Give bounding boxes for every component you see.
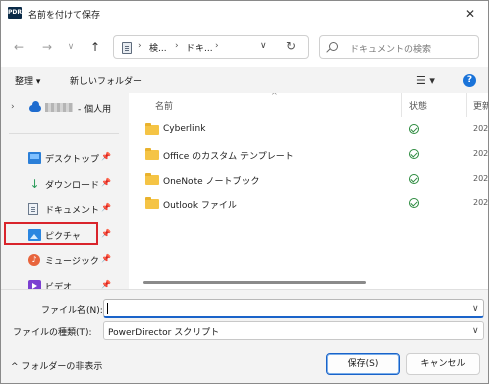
dialog-title: 名前を付けて保存 xyxy=(28,11,101,21)
address-folder-icon xyxy=(122,42,132,54)
sidebar-item-desktop[interactable]: デスクトップ 📌 xyxy=(1,147,115,169)
column-header-name[interactable]: 名前 xyxy=(155,99,173,112)
filetype-value: PowerDirector スクリプト xyxy=(108,328,220,338)
file-date: 202 xyxy=(473,124,488,133)
file-date: 202 xyxy=(473,149,488,158)
address-history-dropdown-icon[interactable]: ∨ xyxy=(260,41,267,51)
sidebar-item-label: ドキュメント xyxy=(45,206,100,216)
cancel-button[interactable]: キャンセル xyxy=(406,353,480,375)
breadcrumb-item[interactable]: 検... xyxy=(149,41,167,54)
filename-history-dropdown-icon[interactable]: ∨ xyxy=(472,304,479,314)
pin-icon: 📌 xyxy=(101,280,111,289)
filetype-dropdown-icon[interactable]: ∨ xyxy=(472,326,479,336)
music-icon: ♪ xyxy=(28,254,40,266)
download-icon: ↓ xyxy=(29,177,40,191)
sidebar-item-videos[interactable]: ビデオ 📌 xyxy=(1,275,115,289)
app-icon: PDR xyxy=(8,7,22,19)
form-divider xyxy=(1,289,488,290)
file-name: Office のカスタム テンプレート xyxy=(163,152,294,162)
hide-folders-toggle[interactable]: ^ フォルダーの非表示 xyxy=(11,359,102,372)
sidebar-item-music[interactable]: ♪ ミュージック 📌 xyxy=(1,249,115,271)
sidebar-item-label: デスクトップ xyxy=(45,155,100,165)
pin-icon: 📌 xyxy=(101,178,111,187)
synced-check-icon xyxy=(409,198,419,208)
organize-menu[interactable]: 整理 ▾ xyxy=(15,74,40,87)
filetype-label: ファイルの種類(T): xyxy=(13,328,92,338)
column-divider[interactable] xyxy=(466,93,467,117)
forward-button[interactable]: → xyxy=(39,39,55,55)
command-bar: 整理 ▾ 新しいフォルダー ☰ ▾ ? xyxy=(1,67,488,93)
filename-field[interactable] xyxy=(103,299,484,318)
breadcrumb-item[interactable]: ドキ... xyxy=(186,41,213,54)
navigation-pane: › - 個人用 デスクトップ 📌 ↓ ダウンロード 📌 ドキュメント 📌 ピクチ… xyxy=(1,93,125,289)
cloud-icon xyxy=(29,101,41,112)
close-button[interactable]: ✕ xyxy=(458,3,482,25)
video-icon xyxy=(28,280,41,289)
file-date: 202 xyxy=(473,198,488,207)
breadcrumb-separator-icon: › xyxy=(175,41,179,51)
filename-label: ファイル名(N): xyxy=(41,306,103,316)
title-bar: PDR 名前を付けて保存 ✕ xyxy=(1,1,488,27)
folder-icon xyxy=(145,173,159,185)
sidebar-item-label: ミュージック xyxy=(45,257,99,267)
view-options-icon[interactable]: ☰ ▾ xyxy=(416,74,435,87)
desktop-icon xyxy=(28,152,41,164)
column-divider[interactable] xyxy=(401,93,402,117)
pin-icon: 📌 xyxy=(101,254,111,263)
horizontal-scrollbar[interactable] xyxy=(143,281,366,284)
synced-check-icon xyxy=(409,124,419,134)
refresh-icon[interactable]: ↻ xyxy=(286,39,296,53)
folder-icon xyxy=(145,148,159,160)
file-date: 202 xyxy=(473,174,488,183)
synced-check-icon xyxy=(409,174,419,184)
filetype-select[interactable]: PowerDirector スクリプト xyxy=(103,321,484,340)
file-name: OneNote ノートブック xyxy=(163,177,260,187)
pin-icon: 📌 xyxy=(101,203,111,212)
file-row[interactable]: OneNote ノートブック 202 xyxy=(129,169,488,191)
sidebar-item-downloads[interactable]: ↓ ダウンロード 📌 xyxy=(1,173,115,195)
search-box[interactable]: ドキュメントの検索 xyxy=(319,35,479,59)
expand-chevron-icon[interactable]: › xyxy=(11,102,15,112)
save-button[interactable]: 保存(S) xyxy=(326,353,400,375)
sort-ascending-icon: ^ xyxy=(271,93,278,100)
address-bar[interactable]: › 検... › ドキ... › ∨ ↻ xyxy=(113,35,309,59)
breadcrumb-separator-icon: › xyxy=(138,41,142,51)
file-row[interactable]: Cyberlink 202 xyxy=(129,119,488,141)
help-icon[interactable]: ? xyxy=(463,74,476,87)
sidebar-item-label: ダウンロード xyxy=(45,181,100,191)
file-name: Outlook ファイル xyxy=(163,201,237,211)
file-list: ^ 名前 状態 更新 Cyberlink 202 Office のカスタム テン… xyxy=(129,93,488,289)
pictures-highlight-box xyxy=(4,222,98,245)
save-as-dialog: PDR 名前を付けて保存 ✕ ← → ∨ ↑ › 検... › ドキ... › … xyxy=(0,0,489,384)
file-row[interactable]: Outlook ファイル 202 xyxy=(129,193,488,215)
search-icon xyxy=(329,42,338,51)
sidebar-item-label: ビデオ xyxy=(45,283,73,289)
sidebar-item-onedrive[interactable]: › - 個人用 xyxy=(1,97,115,119)
text-cursor xyxy=(107,303,108,314)
document-icon xyxy=(28,203,38,215)
pin-icon: 📌 xyxy=(101,229,111,238)
new-folder-button[interactable]: 新しいフォルダー xyxy=(70,74,142,87)
column-header-modified[interactable]: 更新 xyxy=(473,99,488,112)
sidebar-divider xyxy=(9,133,119,134)
redacted-account-name xyxy=(45,103,73,112)
navigation-bar: ← → ∨ ↑ › 検... › ドキ... › ∨ ↻ ドキュメントの検索 xyxy=(1,27,488,67)
sidebar-item-documents[interactable]: ドキュメント 📌 xyxy=(1,198,115,220)
back-button[interactable]: ← xyxy=(11,39,27,55)
file-row[interactable]: Office のカスタム テンプレート 202 xyxy=(129,144,488,166)
breadcrumb-separator-icon: › xyxy=(215,41,219,51)
column-header-status[interactable]: 状態 xyxy=(409,99,427,112)
file-name: Cyberlink xyxy=(163,124,206,134)
recent-locations-button[interactable]: ∨ xyxy=(63,39,79,55)
pin-icon: 📌 xyxy=(101,152,111,161)
synced-check-icon xyxy=(409,149,419,159)
up-button[interactable]: ↑ xyxy=(87,39,103,55)
search-input[interactable]: ドキュメントの検索 xyxy=(350,42,431,55)
folder-icon xyxy=(145,123,159,135)
folder-icon xyxy=(145,197,159,209)
sidebar-item-label: - 個人用 xyxy=(78,105,112,115)
